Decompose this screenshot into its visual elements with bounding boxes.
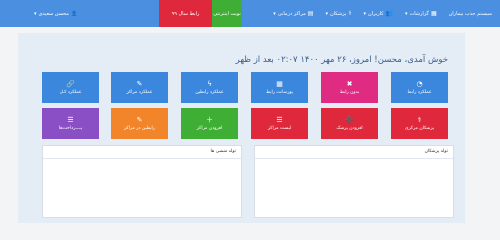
users-icon: 👥 bbox=[385, 10, 394, 17]
nav-users-label: کاربران bbox=[368, 10, 384, 17]
building-icon: ▤ bbox=[307, 10, 314, 17]
chevron-down-icon: ▾ bbox=[325, 10, 328, 17]
table-icon: ▦ bbox=[276, 79, 283, 88]
tile-label: افزودن مراکز bbox=[196, 125, 223, 131]
tile-label: لیست مراکز bbox=[267, 125, 292, 131]
chevron-down-icon: ▾ bbox=[363, 10, 367, 17]
tile-label: عملکرد مراکز bbox=[126, 89, 153, 95]
tile-label: پــــرداخت‌ها bbox=[58, 125, 83, 131]
pencil-icon: ✎ bbox=[136, 115, 143, 124]
nav-users[interactable]: 👥 کاربران ▾ bbox=[358, 0, 400, 27]
hotline-button[interactable]: رابط سال ۹۹ bbox=[159, 0, 212, 27]
reports-icon: ▦ bbox=[430, 10, 437, 17]
nav-centers-label: مراکز درمانی bbox=[277, 10, 306, 17]
tile-button[interactable]: ☰ پــــرداخت‌ها bbox=[42, 108, 99, 139]
user-plus-icon: ➕ bbox=[345, 115, 354, 124]
brand-label: سیستم جذب بیماران bbox=[448, 10, 492, 17]
doctors-birthday-box: تولد پزشکان bbox=[254, 145, 454, 218]
bolt-icon: ϟ bbox=[207, 79, 212, 88]
chevron-down-icon: ▾ bbox=[34, 10, 37, 17]
tile-button[interactable]: ϟ عملکرد رابطین bbox=[181, 72, 238, 103]
nav-doctors-label: پزشکان bbox=[329, 10, 347, 17]
welcome-message: خوش آمدی، محسن! امروز، ۲۶ مهر ۱۴۰۰ ۰۲:۰۷… bbox=[235, 55, 448, 65]
tile-button[interactable]: ＋ افزودن مراکز bbox=[181, 108, 238, 139]
user-name: محسن سعیدی bbox=[38, 10, 69, 17]
user-icon: 👤 bbox=[70, 10, 78, 17]
tile-button[interactable]: ✎ رابطین در مراکز bbox=[111, 108, 168, 139]
visit-button-label: نوبت اینترنتی bbox=[213, 10, 241, 17]
nav-doctors[interactable]: ⚕ پزشکان ▾ bbox=[319, 0, 357, 27]
tile-button[interactable]: ▦ پورسانت رابط bbox=[251, 72, 308, 103]
list-icon: ☰ bbox=[276, 115, 283, 124]
secretaries-birthday-title: تولد منشی ها bbox=[43, 146, 241, 159]
nav-reports-label: گزارشات bbox=[409, 10, 429, 17]
link-icon: 🔗 bbox=[66, 79, 75, 88]
list-icon: ☰ bbox=[67, 115, 74, 124]
user-menu[interactable]: ▾ محسن سعیدی 👤 bbox=[34, 0, 77, 27]
nav-reports[interactable]: ▦ گزارشات ▾ bbox=[399, 0, 443, 27]
doctors-birthday-title: تولد پزشکان bbox=[255, 146, 453, 159]
tile-button[interactable]: ✖ بدون رابط bbox=[321, 72, 378, 103]
tile-button[interactable]: 🔗 عملکرد کـل bbox=[42, 72, 99, 103]
tile-button[interactable]: ☰ لیست مراکز bbox=[251, 108, 308, 139]
tile-label: پزشکان مرکزی bbox=[404, 125, 435, 131]
tile-label: پورسانت رابط bbox=[266, 89, 293, 95]
nav-centers[interactable]: ▤ مراکز درمانی ▾ bbox=[267, 0, 319, 27]
pencil-icon: ✎ bbox=[136, 79, 143, 88]
tile-label: عملکرد رابطین bbox=[195, 89, 224, 95]
tile-button[interactable]: ➕ افزودن پزشک bbox=[321, 108, 378, 139]
tile-label: رابطین در مراکز bbox=[124, 125, 155, 131]
secretaries-birthday-box: تولد منشی ها bbox=[42, 145, 242, 218]
chevron-down-icon: ▾ bbox=[273, 10, 276, 17]
visit-button[interactable]: نوبت اینترنتی bbox=[212, 0, 242, 27]
tile-label: عملکرد کـل bbox=[59, 89, 82, 95]
plus-icon: ＋ bbox=[206, 115, 213, 124]
user-md-icon: ⚕ bbox=[417, 115, 422, 124]
tile-button[interactable]: ✎ عملکرد مراکز bbox=[111, 72, 168, 103]
tile-label: بدون رابط bbox=[339, 89, 360, 95]
tile-button[interactable]: ◔ عملکرد رابط bbox=[391, 72, 448, 103]
hotline-button-label: رابط سال ۹۹ bbox=[171, 10, 200, 17]
tile-label: عملکرد رابط bbox=[407, 89, 432, 95]
doctor-icon: ⚕ bbox=[348, 10, 352, 17]
speedometer-icon: ◔ bbox=[416, 79, 423, 88]
chevron-down-icon: ▾ bbox=[405, 10, 408, 17]
close-icon: ✖ bbox=[346, 79, 353, 88]
brand-link[interactable]: سیستم جذب بیماران bbox=[443, 0, 500, 27]
tile-label: افزودن پزشک bbox=[336, 125, 363, 131]
tile-button[interactable]: ⚕ پزشکان مرکزی bbox=[391, 108, 448, 139]
